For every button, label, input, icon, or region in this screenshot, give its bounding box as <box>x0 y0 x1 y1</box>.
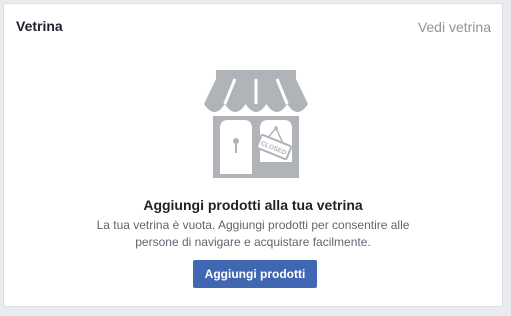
card-title: Vetrina <box>16 18 63 34</box>
empty-state-description-line: persone di navigare e acquistare facilme… <box>135 235 371 249</box>
add-products-button[interactable]: Aggiungi prodotti <box>193 260 317 288</box>
empty-state-description-line: La tua vetrina è vuota. Aggiungi prodott… <box>96 218 410 232</box>
empty-state-description: La tua vetrina è vuota. Aggiungi prodott… <box>4 217 502 251</box>
storefront-closed-icon: CLOSED <box>204 70 308 178</box>
shop-card: Vetrina Vedi vetrina CLOSED Aggiungi pro… <box>3 3 503 307</box>
empty-state-title: Aggiungi prodotti alla tua vetrina <box>143 197 363 213</box>
see-shop-link[interactable]: Vedi vetrina <box>418 19 491 35</box>
